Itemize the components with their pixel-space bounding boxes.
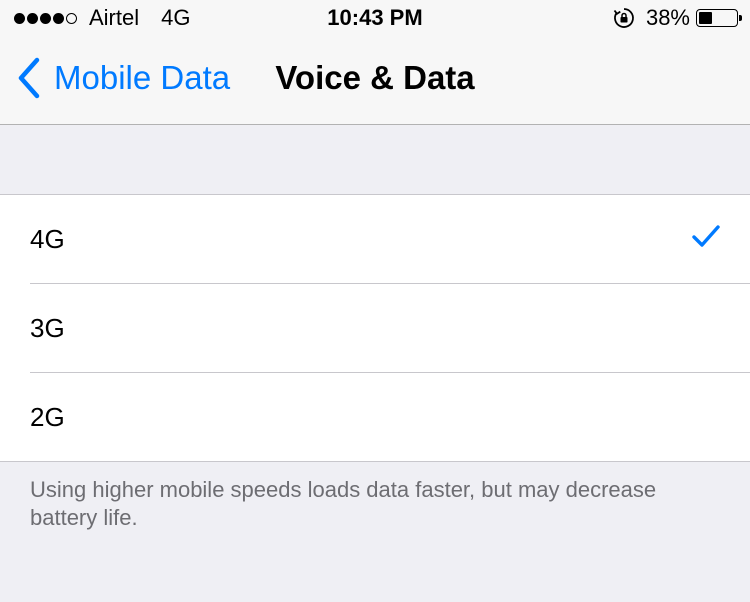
battery-icon [696, 9, 742, 27]
battery-fill [699, 12, 712, 24]
checkmark-icon [692, 225, 720, 247]
network-option-list: 4G 3G 2G [0, 194, 750, 462]
battery-percent: 38% [645, 5, 690, 30]
status-bar: Airtel 4G 10:43 PM 38% [0, 0, 750, 36]
rotation-lock-icon [613, 8, 634, 28]
option-2g[interactable]: 2G [30, 372, 750, 461]
page-title: Voice & Data [275, 59, 475, 96]
footnote-text: Using higher mobile speeds loads data fa… [30, 477, 657, 530]
battery-cap [739, 15, 742, 21]
option-label: 3G [30, 313, 65, 343]
option-label: 4G [30, 224, 65, 254]
option-4g[interactable]: 4G [0, 195, 750, 283]
option-label: 2G [30, 402, 65, 432]
option-3g[interactable]: 3G [30, 283, 750, 372]
navigation-bar: Mobile Data Voice & Data [0, 36, 750, 125]
status-right: 38% [612, 5, 742, 31]
